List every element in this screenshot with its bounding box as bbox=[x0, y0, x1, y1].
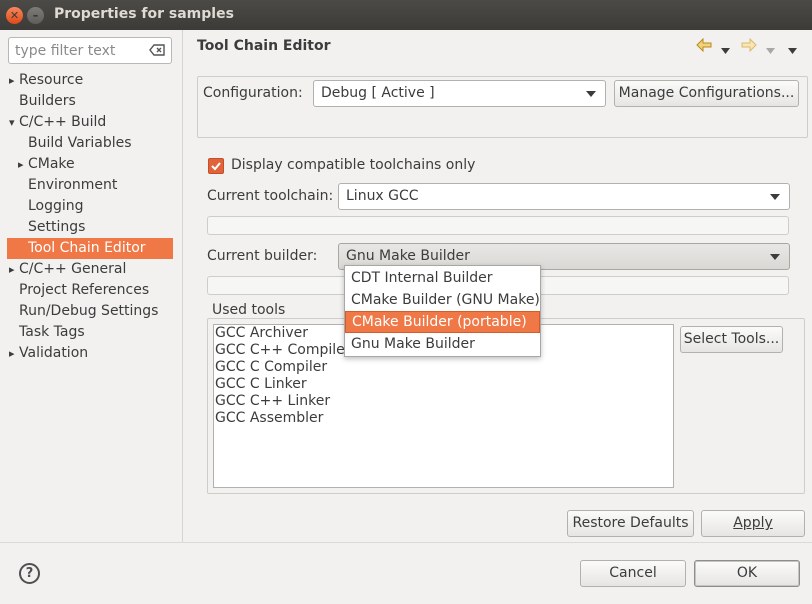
tree-item-logging[interactable]: Logging bbox=[7, 196, 173, 217]
tree-item-label: Validation bbox=[19, 345, 89, 361]
tree-item-label: Builders bbox=[19, 93, 76, 109]
tree-item-project-references[interactable]: Project References bbox=[7, 280, 173, 301]
tree-item-settings[interactable]: Settings bbox=[7, 217, 173, 238]
builder-option[interactable]: CMake Builder (portable) bbox=[345, 311, 540, 333]
back-menu-chevron-icon[interactable] bbox=[721, 43, 730, 58]
collapsed-arrow-icon[interactable]: ▸ bbox=[9, 70, 19, 91]
tree-item-label: CMake bbox=[28, 156, 75, 172]
used-tools-label: Used tools bbox=[211, 302, 287, 318]
configuration-value: Debug [ Active ] bbox=[321, 85, 435, 101]
list-item[interactable]: GCC C++ Linker bbox=[214, 393, 673, 410]
tree-item-c-c-general[interactable]: ▸ C/C++ General bbox=[7, 259, 173, 280]
tree-item-label: C/C++ Build bbox=[19, 114, 107, 130]
tree-item-label: Project References bbox=[19, 282, 150, 298]
window-titlebar: ✕ – Properties for samples bbox=[0, 0, 812, 30]
back-arrow-icon[interactable] bbox=[696, 37, 712, 56]
collapsed-arrow-icon[interactable]: ▸ bbox=[9, 343, 19, 364]
tree-item-builders[interactable]: Builders bbox=[7, 91, 173, 112]
toolchain-value: Linux GCC bbox=[346, 188, 419, 204]
tree-item-label: Task Tags bbox=[19, 324, 85, 340]
tree-item-label: Tool Chain Editor bbox=[28, 240, 146, 256]
builder-option[interactable]: CDT Internal Builder bbox=[345, 267, 540, 289]
builder-option[interactable]: Gnu Make Builder bbox=[345, 333, 540, 355]
tree-item-tool-chain-editor[interactable]: Tool Chain Editor bbox=[7, 238, 173, 259]
tree-item-build-variables[interactable]: Build Variables bbox=[7, 133, 173, 154]
forward-arrow-icon[interactable] bbox=[741, 37, 757, 56]
checkmark-icon bbox=[211, 162, 221, 171]
builder-value: Gnu Make Builder bbox=[346, 248, 470, 264]
tree-item-task-tags[interactable]: Task Tags bbox=[7, 322, 173, 343]
restore-defaults-button[interactable]: Restore Defaults bbox=[567, 510, 694, 537]
cancel-button[interactable]: Cancel bbox=[580, 560, 686, 587]
chevron-down-icon bbox=[770, 254, 780, 260]
left-navigation-pane: ▸ResourceBuilders▾C/C++ BuildBuild Varia… bbox=[0, 30, 183, 542]
footer-separator bbox=[0, 542, 812, 543]
toolchain-label: Current toolchain: bbox=[207, 188, 334, 204]
list-item[interactable]: GCC C Compiler bbox=[214, 359, 673, 376]
minimize-icon[interactable]: – bbox=[27, 7, 44, 24]
clear-filter-icon[interactable] bbox=[149, 44, 165, 56]
filter-input[interactable] bbox=[9, 38, 137, 63]
filter-box bbox=[8, 37, 172, 64]
select-tools-button[interactable]: Select Tools... bbox=[680, 326, 783, 353]
collapsed-arrow-icon[interactable]: ▸ bbox=[9, 259, 19, 280]
tree-item-resource[interactable]: ▸ Resource bbox=[7, 70, 173, 91]
compatible-toolchains-checkbox[interactable] bbox=[208, 158, 224, 174]
tree-item-label: Environment bbox=[28, 177, 118, 193]
compatible-toolchains-label[interactable]: Display compatible toolchains only bbox=[231, 157, 475, 173]
forward-menu-chevron-icon bbox=[766, 43, 775, 58]
tree-item-label: Resource bbox=[19, 72, 84, 88]
tree-item-c-c-build[interactable]: ▾ C/C++ Build bbox=[7, 112, 173, 133]
window-title: Properties for samples bbox=[54, 6, 234, 22]
builder-label: Current builder: bbox=[207, 248, 318, 264]
collapsed-arrow-icon[interactable]: ▸ bbox=[18, 154, 28, 175]
close-icon[interactable]: ✕ bbox=[6, 7, 23, 24]
tree-item-label: C/C++ General bbox=[19, 261, 127, 277]
expanded-arrow-icon[interactable]: ▾ bbox=[9, 112, 19, 133]
tree-item-validation[interactable]: ▸ Validation bbox=[7, 343, 173, 364]
restore-defaults-label: Restore Defaults bbox=[572, 515, 689, 531]
builder-option[interactable]: CMake Builder (GNU Make) bbox=[345, 289, 540, 311]
chevron-down-icon bbox=[586, 91, 596, 97]
tree-item-environment[interactable]: Environment bbox=[7, 175, 173, 196]
tree-item-label: Run/Debug Settings bbox=[19, 303, 159, 319]
apply-button[interactable]: Apply bbox=[701, 510, 805, 537]
list-item[interactable]: GCC C Linker bbox=[214, 376, 673, 393]
list-item[interactable]: GCC Assembler bbox=[214, 410, 673, 427]
help-icon[interactable]: ? bbox=[19, 563, 40, 584]
configuration-label: Configuration: bbox=[203, 85, 303, 101]
page-title: Tool Chain Editor bbox=[197, 38, 331, 54]
builder-dropdown-list: CDT Internal Builder CMake Builder (GNU M… bbox=[344, 265, 541, 357]
toolchain-info-field bbox=[207, 216, 789, 235]
configuration-select[interactable]: Debug [ Active ] bbox=[313, 80, 606, 107]
toolchain-select[interactable]: Linux GCC bbox=[338, 183, 790, 210]
tree-item-label: Logging bbox=[28, 198, 84, 214]
ok-button[interactable]: OK bbox=[694, 560, 800, 587]
tree-item-run-debug-settings[interactable]: Run/Debug Settings bbox=[7, 301, 173, 322]
property-tree: ▸ Resource Builders ▾ C/C++ Build Build Varia… bbox=[7, 70, 173, 364]
manage-configurations-button[interactable]: Manage Configurations... bbox=[614, 80, 799, 107]
tree-item-label: Build Variables bbox=[28, 135, 132, 151]
view-menu-chevron-icon[interactable] bbox=[788, 43, 797, 58]
tree-item-label: Settings bbox=[28, 219, 86, 235]
apply-label: Apply bbox=[733, 515, 773, 531]
chevron-down-icon bbox=[770, 194, 780, 200]
tree-item-cmake[interactable]: ▸ CMake bbox=[7, 154, 173, 175]
